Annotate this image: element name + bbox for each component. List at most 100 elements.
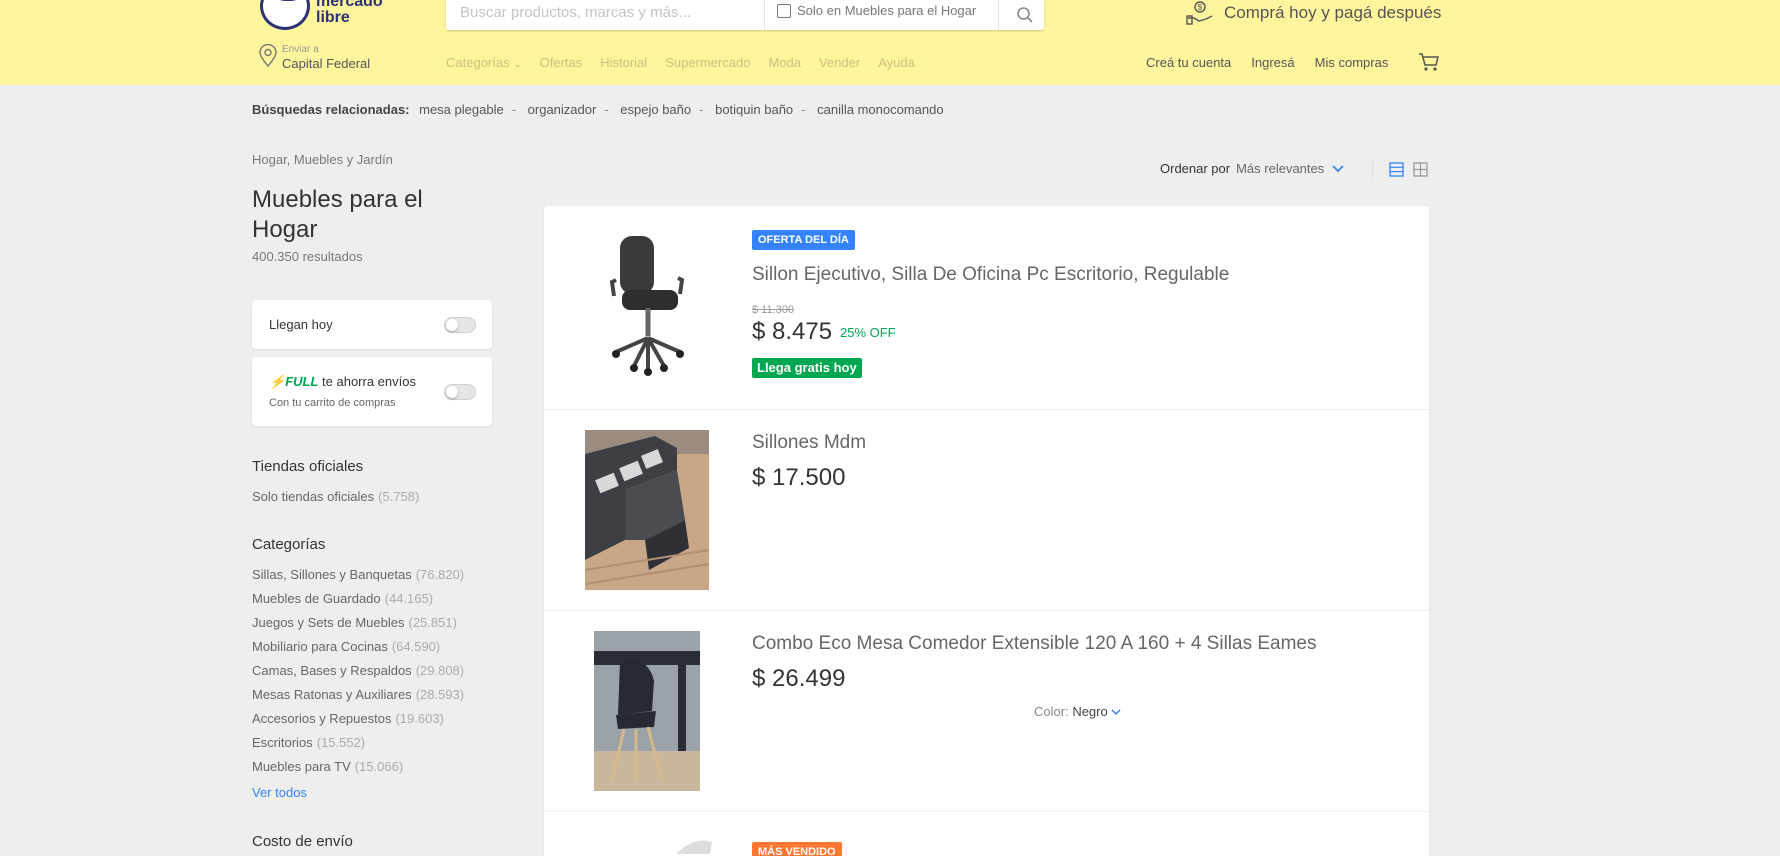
lightning-icon: ⚡: [269, 374, 286, 389]
category-link[interactable]: Muebles para TV (15.066): [252, 759, 403, 774]
location-pin-icon: [259, 44, 277, 68]
header: mercado libre Solo en Muebles para el Ho…: [0, 0, 1780, 85]
list-view-button[interactable]: [1389, 162, 1404, 182]
full-shipping-label: ⚡FULL te ahorra envíos: [269, 374, 416, 390]
location-value: Capital Federal: [282, 56, 371, 71]
category-link[interactable]: Accesorios y Repuestos (19.603): [252, 711, 444, 726]
office-chair-image[interactable]: [598, 230, 698, 380]
full-shipping-text: te ahorra envíos: [322, 374, 416, 389]
chevron-down-icon: [1332, 164, 1344, 172]
mercado-libre-logo[interactable]: mercado libre: [260, 0, 400, 30]
official-stores-title: Tiendas oficiales: [252, 458, 364, 475]
sort-value: Más relevantes: [1236, 161, 1325, 176]
cart-icon: [1419, 53, 1439, 71]
chevron-down-icon: [1111, 709, 1121, 716]
my-purchases-link[interactable]: Mis compras: [1315, 55, 1389, 70]
sort-dropdown[interactable]: Ordenar por Más relevantes: [1160, 161, 1344, 176]
category-link[interactable]: Mesas Ratonas y Auxiliares (28.593): [252, 687, 464, 702]
nav-moda[interactable]: Moda: [768, 55, 801, 70]
category-link[interactable]: Camas, Bases y Respaldos (29.808): [252, 663, 464, 678]
nav-ayuda[interactable]: Ayuda: [878, 55, 915, 70]
category-link[interactable]: Sillas, Sillones y Banquetas (76.820): [252, 567, 464, 582]
filter-arrives-today-label: Llegan hoy: [269, 317, 333, 332]
category-link[interactable]: Juegos y Sets de Muebles (25.851): [252, 615, 457, 630]
product-image[interactable]: [674, 834, 714, 854]
user-nav: Creá tu cuenta Ingresá Mis compras: [1146, 55, 1388, 70]
nav-vender[interactable]: Vender: [819, 55, 860, 70]
chevron-down-icon: ⌄: [513, 59, 522, 70]
login-link[interactable]: Ingresá: [1251, 55, 1294, 70]
promo-text: Comprá hoy y pagá después: [1224, 3, 1442, 22]
product-title[interactable]: Combo Eco Mesa Comedor Extensible 120 A …: [752, 633, 1317, 655]
category-link[interactable]: Escritorios (15.552): [252, 735, 365, 750]
related-searches: Búsquedas relacionadas: mesa plegable - o…: [252, 102, 944, 117]
nav-ofertas[interactable]: Ofertas: [540, 55, 583, 70]
search-divider: [764, 0, 765, 30]
sofa-image[interactable]: [585, 430, 709, 590]
color-value: Negro: [1072, 704, 1108, 719]
search-button[interactable]: [1006, 0, 1044, 30]
full-badge: FULL: [285, 374, 319, 389]
best-seller-badge: MÁS VENDIDO: [752, 842, 842, 856]
related-search-link[interactable]: mesa plegable: [419, 102, 504, 117]
see-all-categories-link[interactable]: Ver todos: [252, 785, 307, 800]
related-searches-label: Búsquedas relacionadas:: [252, 102, 410, 117]
svg-text:$: $: [1198, 3, 1203, 12]
breadcrumb[interactable]: Hogar, Muebles y Jardín: [252, 152, 393, 167]
filter-full-shipping[interactable]: ⚡FULL te ahorra envíos Con tu carrito de…: [252, 357, 492, 426]
related-search-link[interactable]: botiquin baño: [715, 102, 793, 117]
product-item[interactable]: Sillones Mdm $ 17.500: [544, 410, 1429, 611]
search-divider: [998, 0, 999, 30]
product-price: $ 26.499: [752, 665, 846, 692]
search-bar: Solo en Muebles para el Hogar: [446, 0, 1044, 30]
location-label: Enviar a: [282, 44, 319, 55]
shipping-cost-title: Costo de envío: [252, 833, 353, 850]
category-link[interactable]: Muebles de Guardado (44.165): [252, 591, 433, 606]
color-selector[interactable]: Color: Negro: [1034, 704, 1121, 719]
product-price: $ 8.475: [752, 318, 833, 345]
grid-view-button[interactable]: [1413, 162, 1428, 182]
product-title[interactable]: Sillones Mdm: [752, 432, 866, 454]
free-shipping-badge: Llega gratis hoy: [752, 358, 862, 378]
logo-handshake-icon: [260, 0, 310, 30]
product-item[interactable]: MÁS VENDIDO: [544, 812, 1429, 856]
page-title: Muebles para el Hogar: [252, 186, 423, 243]
promo-banner[interactable]: $ Comprá hoy y pagá después: [1186, 0, 1441, 26]
related-search-link[interactable]: espejo baño: [620, 102, 691, 117]
color-label: Color:: [1034, 704, 1069, 719]
hand-coin-icon: $: [1186, 1, 1213, 25]
results-count: 400.350 resultados: [252, 249, 363, 264]
original-price: $ 11.300: [752, 304, 795, 316]
category-link[interactable]: Mobiliario para Cocinas (64.590): [252, 639, 440, 654]
deal-of-day-badge: OFERTA DEL DÍA: [752, 230, 855, 250]
categories-title: Categorías: [252, 536, 326, 553]
arrives-today-toggle[interactable]: [444, 317, 476, 333]
related-search-link[interactable]: canilla monocomando: [817, 102, 943, 117]
nav-supermercado[interactable]: Supermercado: [665, 55, 750, 70]
create-account-link[interactable]: Creá tu cuenta: [1146, 55, 1231, 70]
main-nav: Categorías ⌄ Ofertas Historial Supermerc…: [446, 55, 915, 70]
nav-categorias[interactable]: Categorías ⌄: [446, 55, 522, 70]
view-divider: [1372, 162, 1373, 178]
sort-label: Ordenar por: [1160, 161, 1231, 176]
filter-arrives-today[interactable]: Llegan hoy: [252, 300, 492, 349]
results-list: OFERTA DEL DÍA Sillon Ejecutivo, Silla D…: [544, 206, 1429, 856]
product-item[interactable]: Combo Eco Mesa Comedor Extensible 120 A …: [544, 611, 1429, 812]
full-shipping-toggle[interactable]: [444, 384, 476, 400]
list-view-icon: [1389, 162, 1404, 177]
nav-historial[interactable]: Historial: [600, 55, 647, 70]
category-filter-label: Solo en Muebles para el Hogar: [797, 3, 977, 18]
product-title[interactable]: Sillon Ejecutivo, Silla De Oficina Pc Es…: [752, 264, 1229, 286]
category-filter-checkbox[interactable]: [777, 4, 791, 18]
search-input[interactable]: [460, 0, 760, 24]
grid-view-icon: [1413, 162, 1428, 177]
dining-set-image[interactable]: [594, 631, 700, 791]
cart-button[interactable]: [1418, 52, 1440, 77]
related-search-link[interactable]: organizador: [528, 102, 597, 117]
official-stores-link[interactable]: Solo tiendas oficiales (5.758): [252, 489, 419, 504]
discount-label: 25% OFF: [840, 325, 896, 340]
search-icon: [1017, 7, 1033, 23]
full-shipping-sub: Con tu carrito de compras: [269, 397, 396, 409]
product-price: $ 17.500: [752, 464, 846, 491]
product-item[interactable]: OFERTA DEL DÍA Sillon Ejecutivo, Silla D…: [544, 206, 1429, 410]
